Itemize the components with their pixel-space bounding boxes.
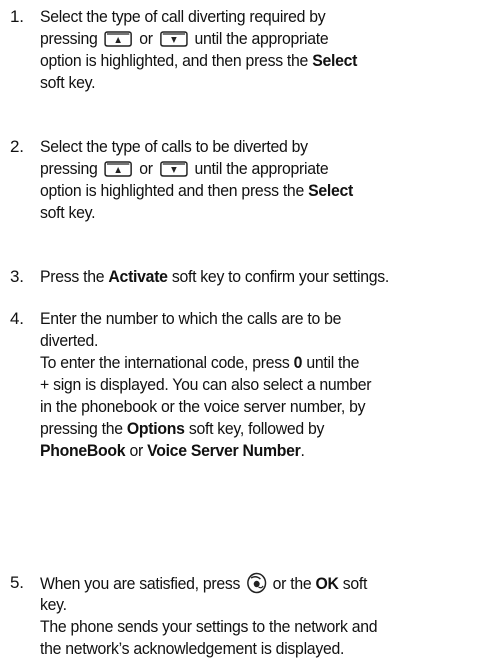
- step-number: 4.: [10, 309, 24, 328]
- step-number: 5.: [10, 573, 24, 592]
- step-number: 3.: [10, 267, 24, 286]
- navigation-down-key-icon: [159, 161, 189, 177]
- navigation-up-key-icon: [104, 31, 134, 47]
- step-text: When you are satisfied, press or the OK …: [40, 572, 378, 658]
- instructions-page: 1. Select the type of call diverting req…: [0, 0, 502, 669]
- step-text: Press the Activate soft key to confirm y…: [40, 267, 390, 286]
- step-text: Enter the number to which the calls are …: [40, 309, 372, 460]
- step-text: Select the type of call diverting requir…: [40, 7, 358, 92]
- step-number: 1.: [10, 7, 24, 26]
- step-text: Select the type of calls to be diverted …: [40, 137, 354, 222]
- ok-key-icon: [246, 572, 266, 594]
- navigation-down-key-icon: [159, 31, 189, 47]
- navigation-up-key-icon: [104, 161, 134, 177]
- step-number: 2.: [10, 137, 24, 156]
